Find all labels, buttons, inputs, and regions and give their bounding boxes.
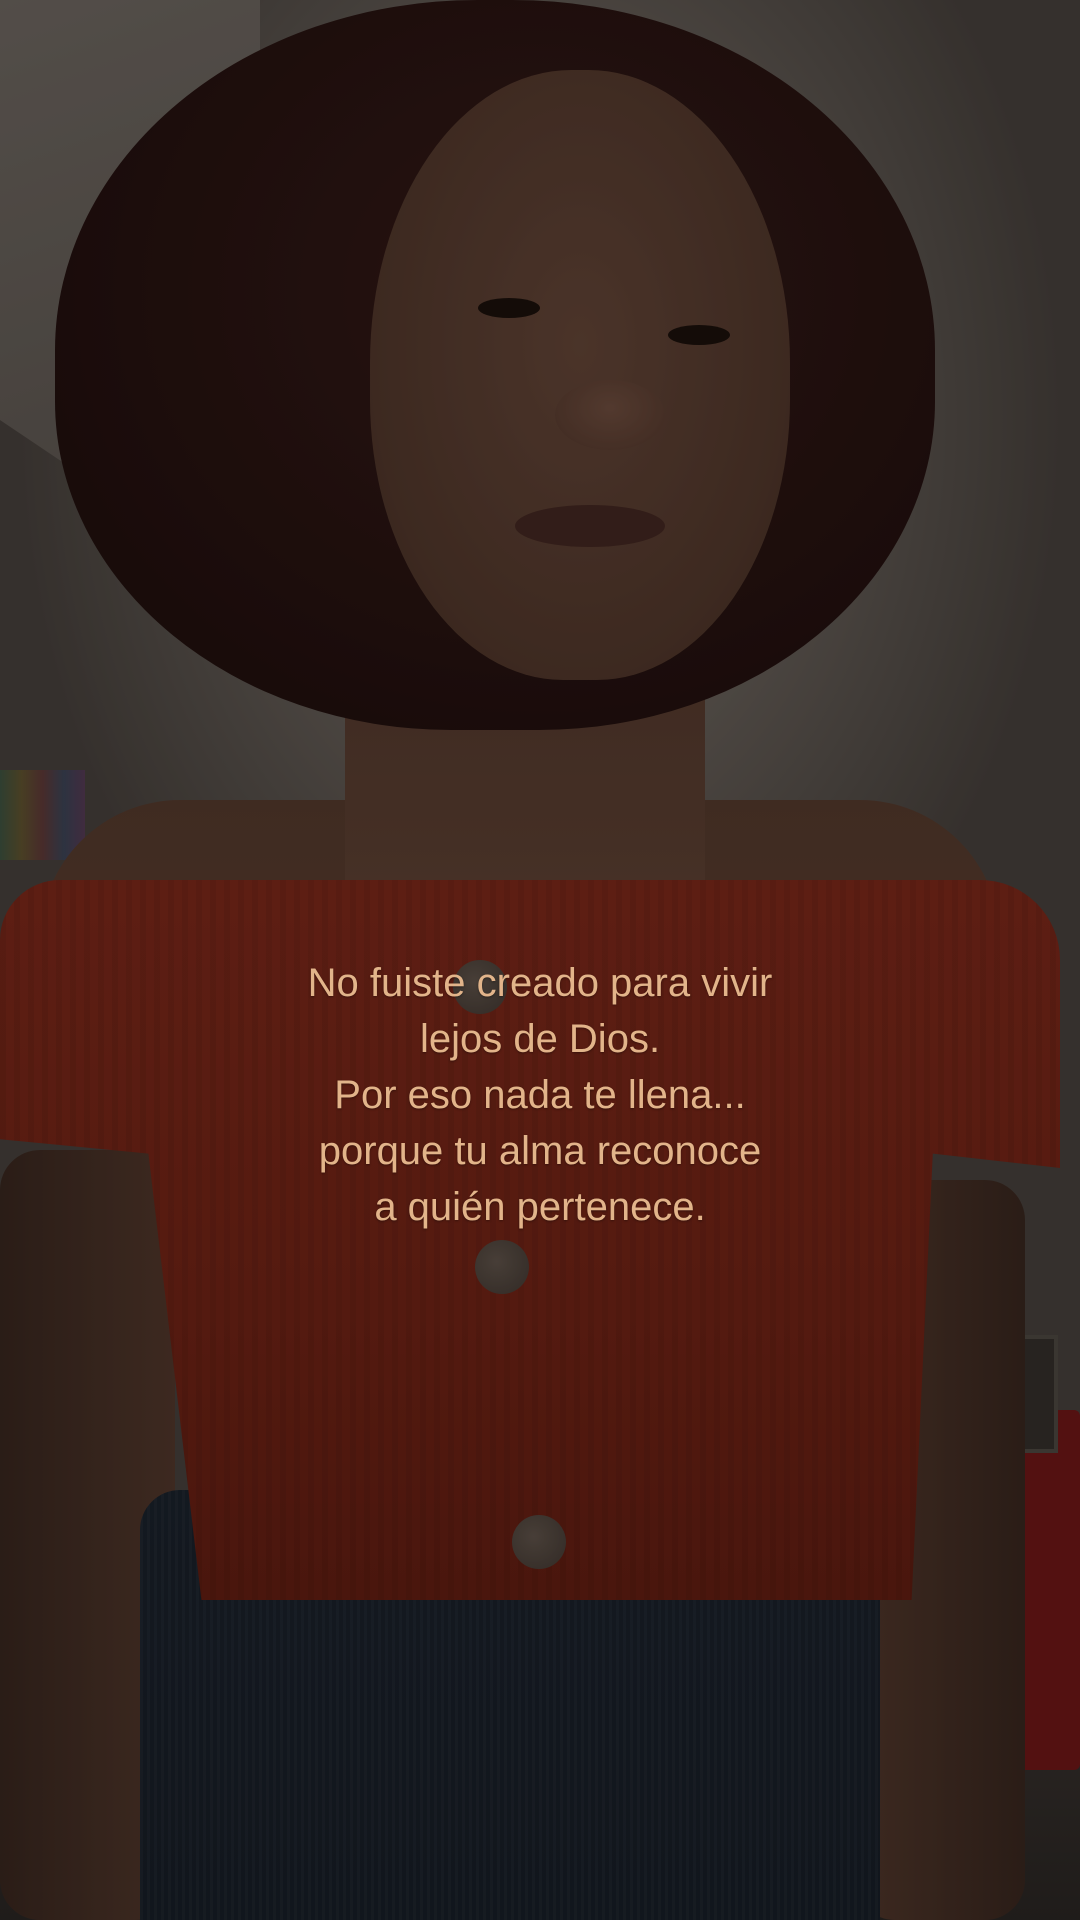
video-frame: No fuiste creado para vivir lejos de Dio…	[0, 0, 1080, 1920]
caption-line: porque tu alma reconoce	[318, 1129, 762, 1173]
caption-line: No fuiste creado para vivir	[307, 961, 773, 1005]
caption-text: No fuiste creado para vivir lejos de Dio…	[170, 955, 910, 1235]
caption-line: lejos de Dios.	[419, 1017, 661, 1061]
caption-line: a quién pertenece.	[374, 1185, 706, 1229]
caption-line: Por eso nada te llena...	[334, 1073, 746, 1117]
